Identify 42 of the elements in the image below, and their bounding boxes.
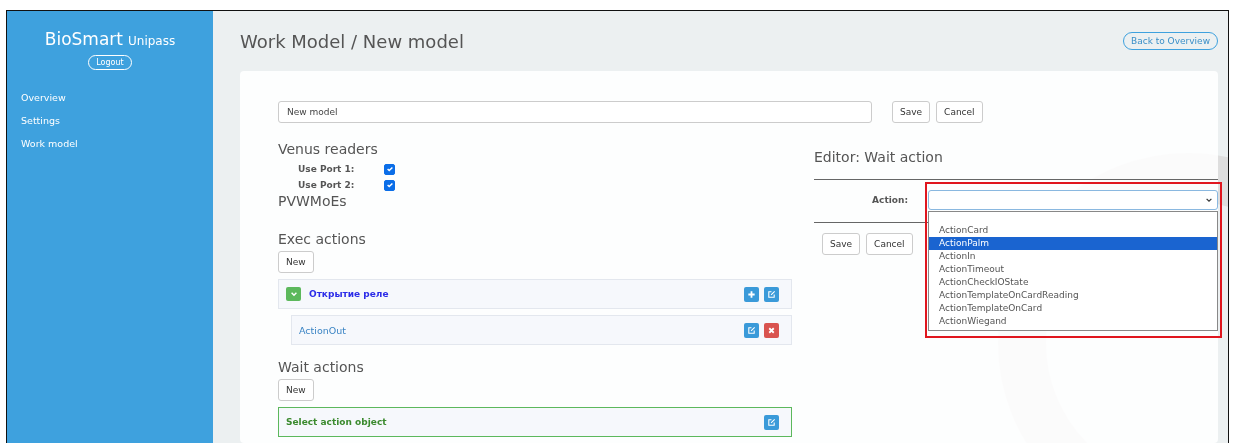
dropdown-option[interactable]: ActionPalm [929,237,1217,250]
action-row[interactable]: ActionOut [291,315,792,345]
section-heading: Wait actions [278,359,364,375]
action-select[interactable] [928,190,1218,210]
new-button[interactable]: New [278,379,314,401]
dropdown-option[interactable]: ActionIn [929,250,1217,263]
form-button[interactable]: Cancel [936,101,983,123]
chevron-icon[interactable] [286,287,301,301]
action-label: ActionOut [299,324,346,336]
port-checkbox[interactable] [384,163,395,175]
port-checkbox[interactable] [384,179,395,191]
add-icon[interactable] [744,286,759,302]
edit-icon[interactable] [744,322,759,338]
product-name: Unipass [128,34,176,48]
wait-action-row[interactable]: Select action object [278,407,792,437]
port-label: Use Port 2: [298,180,356,190]
port-label: Use Port 1: [298,164,356,174]
dropdown-option[interactable]: ActionTimeout [929,263,1217,276]
section-heading: Venus readers [278,141,378,157]
delete-icon[interactable] [764,322,779,338]
section-heading: PVWMoEs [278,193,347,209]
form-button[interactable]: Save [892,101,931,123]
editor-button[interactable]: Save [822,233,861,255]
dropdown-option[interactable]: ActionTemplateOnCard [929,302,1217,315]
action-group-label: Открытие реле [309,289,389,299]
wait-action-label: Select action object [286,417,387,427]
field-label: Action: [871,195,908,205]
edit-icon[interactable] [764,286,779,302]
dropdown-option[interactable]: ActionCheckIOState [929,276,1217,289]
page-title: Work Model / New model [240,30,464,52]
editor-heading: Editor: Wait action [814,149,1218,180]
model-name-field[interactable]: New model [278,101,872,123]
edit-icon[interactable] [764,414,779,430]
dropdown-option[interactable]: ActionCard [929,224,1217,237]
section-heading: Exec actions [278,231,366,247]
dropdown-option[interactable]: ActionWiegand [929,315,1217,328]
editor-button[interactable]: Cancel [866,233,913,255]
new-button[interactable]: New [278,251,314,273]
dropdown-option[interactable]: ActionTemplateOnCardReading [929,289,1217,302]
action-group-row[interactable]: Открытие реле [278,279,792,309]
brand-name: BioSmart [44,29,123,49]
chevron-down-icon [1205,196,1213,204]
